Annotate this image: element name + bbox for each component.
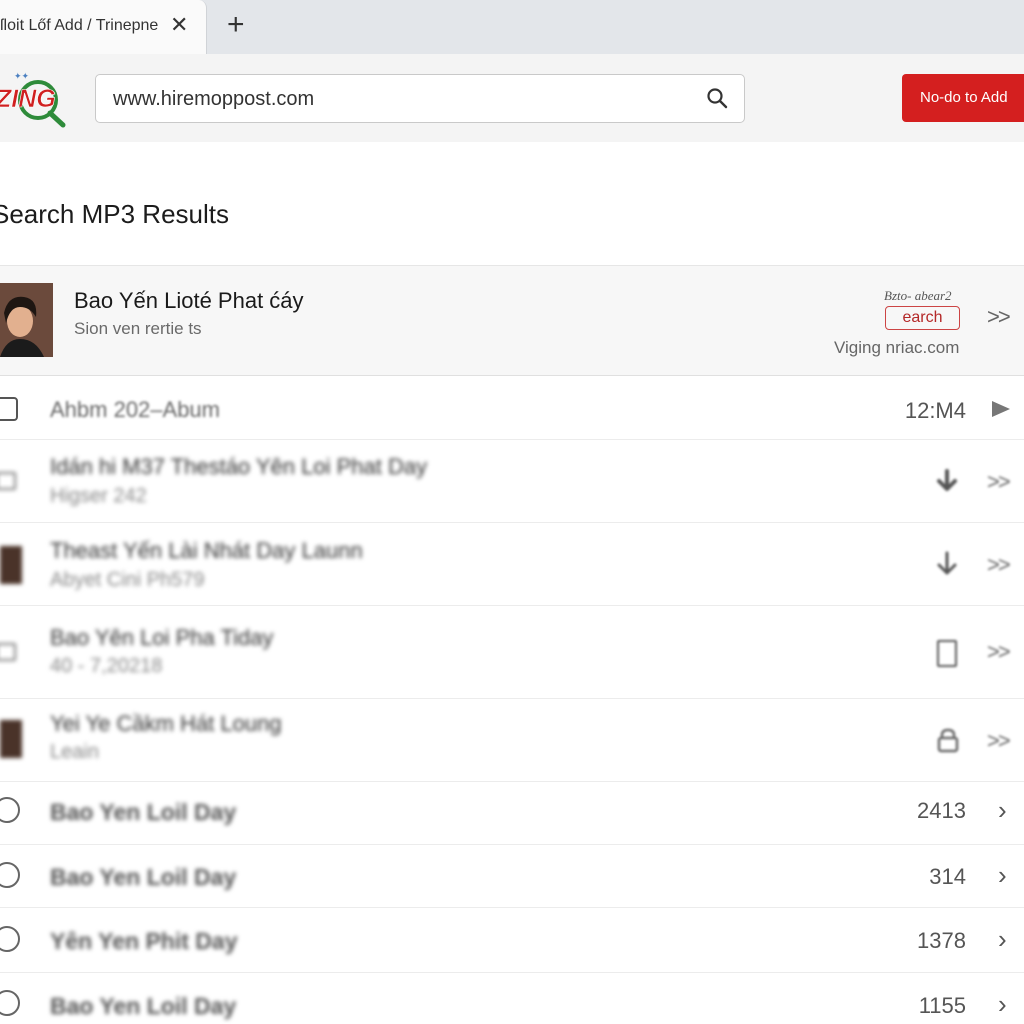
lock-icon[interactable] <box>935 727 961 753</box>
artist-thumbnail <box>0 283 53 357</box>
tab-title: ſloit Lőf Add / Trinepne <box>0 17 159 34</box>
featured-title[interactable]: Bao Yến Lioté Phat ćáy <box>74 288 304 314</box>
list-item[interactable]: Bao Yen Loil Day 314 › <box>0 846 1024 908</box>
list-item[interactable]: Bao Yen Loil Day 2413 › <box>0 783 1024 845</box>
row-subtitle: Leain <box>50 741 99 763</box>
file-icon <box>0 472 16 490</box>
featured-source: Viging nriac.com <box>834 338 960 357</box>
row-thumbnail <box>0 546 22 584</box>
row-title: Bao Yen Loil Day <box>50 993 237 1019</box>
chevron-right-icon[interactable]: › <box>998 860 1007 891</box>
double-chevron-icon[interactable]: >> <box>987 469 1011 495</box>
row-title: Bao Yen Loil Day <box>50 864 237 890</box>
site-header: ZING ✦✦ www.hiremoppost.com No-do to Add <box>0 54 1024 142</box>
file-icon <box>0 643 16 661</box>
list-item[interactable]: Idán hi M37 Thestáo Yên Loi Phat Day Hig… <box>0 441 1024 523</box>
page-title: Search MP3 Results <box>0 199 229 229</box>
play-icon[interactable] <box>990 399 1012 419</box>
list-item[interactable]: Ahbm 202–Abum 12:M4 <box>0 377 1024 440</box>
row-radio[interactable] <box>0 862 20 888</box>
row-thumbnail <box>0 720 22 758</box>
new-tab-icon[interactable]: + <box>227 10 245 40</box>
featured-tag: Bzto- abear2 <box>884 288 952 303</box>
row-count: 1378 <box>917 928 966 953</box>
row-subtitle: 40 - 7,20218 <box>50 655 163 677</box>
row-duration: 12:M4 <box>904 398 966 423</box>
row-title: Yên Yen Phit Day <box>50 928 238 954</box>
download-icon[interactable] <box>934 551 960 579</box>
list-item[interactable]: Theast Yến Lài Nhát Day Launn Abyet Cini… <box>0 524 1024 606</box>
svg-text:✦✦: ✦✦ <box>14 71 30 81</box>
featured-result[interactable]: Bao Yến Lioté Phat ćáy Sion ven rertie t… <box>0 266 1024 376</box>
row-title: Idán hi M37 Thestáo Yên Loi Phat Day <box>50 454 428 479</box>
download-icon[interactable] <box>934 469 960 497</box>
list-item[interactable]: Bao Yên Loi Pha Tiday 40 - 7,20218 >> <box>0 607 1024 699</box>
row-count: 2413 <box>917 798 966 823</box>
address-bar[interactable]: www.hiremoppost.com <box>95 74 745 123</box>
list-item[interactable]: Bao Yen Loil Day 1155 › <box>0 974 1024 1024</box>
row-radio[interactable] <box>0 797 20 823</box>
search-button[interactable]: earch <box>885 306 960 330</box>
featured-subtitle: Sion ven rertie ts <box>74 319 202 338</box>
chevron-right-icon[interactable]: › <box>998 924 1007 955</box>
double-chevron-icon[interactable]: >> <box>987 639 1011 665</box>
row-title: Bao Yen Loil Day <box>50 799 237 825</box>
row-title: Ahbm 202–Abum <box>50 397 220 422</box>
chevron-right-icon[interactable]: › <box>998 795 1007 826</box>
row-title: Bao Yên Loi Pha Tiday <box>50 625 274 650</box>
row-count: 314 <box>929 864 966 889</box>
close-icon[interactable]: ✕ <box>170 13 188 37</box>
row-count: 1155 <box>918 993 966 1018</box>
row-radio[interactable] <box>0 990 20 1016</box>
chevron-right-icon[interactable]: › <box>998 989 1007 1020</box>
row-title: Yei Ye Cầkm Hát Loung <box>50 711 282 736</box>
row-radio[interactable] <box>0 926 20 952</box>
double-chevron-icon[interactable]: >> <box>987 552 1011 578</box>
file-icon[interactable] <box>937 640 957 667</box>
browser-tab[interactable]: ſloit Lőf Add / Trinepne ✕ <box>0 0 207 54</box>
double-chevron-icon[interactable]: >> <box>987 728 1011 754</box>
browser-tab-strip: ſloit Lőf Add / Trinepne ✕ + <box>0 0 1024 54</box>
row-subtitle: Abyet Cini Ph579 <box>50 569 205 591</box>
row-title: Theast Yến Lài Nhát Day Launn <box>50 538 363 563</box>
zing-logo[interactable]: ZING ✦✦ <box>0 70 70 130</box>
list-item[interactable]: Yei Ye Cầkm Hát Loung Leain >> <box>0 700 1024 782</box>
add-button[interactable]: No-do to Add <box>902 74 1024 122</box>
double-chevron-icon[interactable]: >> <box>987 304 1011 330</box>
logo-text: ZING <box>0 85 56 113</box>
search-icon[interactable] <box>706 87 728 109</box>
address-text: www.hiremoppost.com <box>113 88 315 110</box>
list-item[interactable]: Yên Yen Phit Day 1378 › <box>0 909 1024 973</box>
row-subtitle: Higser 242 <box>50 485 147 507</box>
row-checkbox[interactable] <box>0 397 18 421</box>
